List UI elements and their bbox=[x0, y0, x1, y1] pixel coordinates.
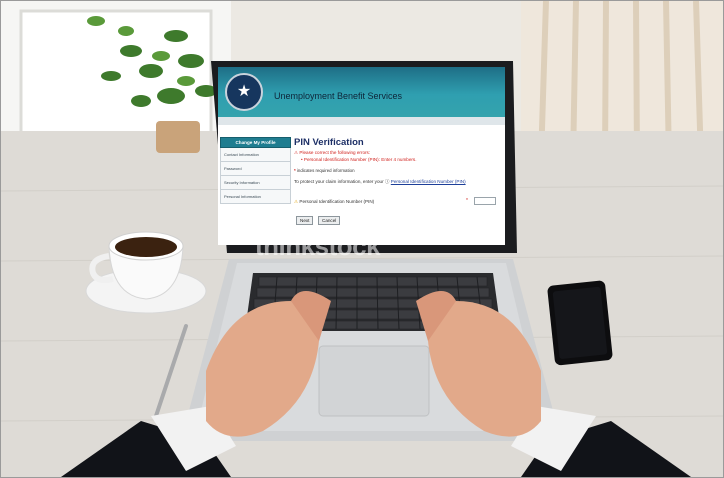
next-button[interactable]: Next bbox=[296, 216, 314, 225]
intro-text-body: To protect your claim information, enter… bbox=[294, 179, 384, 184]
required-note-text: indicates required information bbox=[296, 168, 355, 173]
sidenav-item-contact[interactable]: Contact Information bbox=[220, 148, 291, 162]
sidenav-header: Change My Profile bbox=[220, 137, 291, 148]
sidenav-item-security[interactable]: Security Information bbox=[220, 176, 291, 190]
site-header: ★ Unemployment Benefit Services bbox=[218, 67, 505, 117]
site-title: Unemployment Benefit Services bbox=[274, 91, 403, 101]
photo-frame: ★ Unemployment Benefit Services Change M… bbox=[0, 0, 724, 478]
sidenav-item-personal[interactable]: Personal Information bbox=[220, 190, 291, 204]
required-note: * indicates required information bbox=[294, 168, 502, 173]
page-title: PIN Verification bbox=[294, 137, 364, 148]
info-icon: ⓘ bbox=[384, 179, 390, 184]
pin-label: ⚠ Personal Identification Number (PIN) bbox=[294, 199, 374, 205]
pin-label-text: Personal Identification Number (PIN) bbox=[299, 199, 375, 204]
error-title-text: Please correct the following errors: bbox=[299, 150, 371, 155]
intro-text: To protect your claim information, enter… bbox=[294, 179, 502, 185]
error-item-text: Personal Identification Number (PIN): En… bbox=[303, 157, 417, 162]
error-item: • Personal Identification Number (PIN): … bbox=[301, 157, 417, 162]
state-seal-icon: ★ bbox=[225, 73, 263, 111]
pin-input[interactable] bbox=[474, 197, 496, 205]
pin-help-link[interactable]: Personal Identification Number (PIN) bbox=[391, 179, 466, 184]
thinkstock-watermark: thinkstock bbox=[255, 231, 381, 261]
pin-verification-panel: PIN Verification ⚠ Please correct the fo… bbox=[294, 137, 502, 226]
required-marker-icon: * bbox=[466, 198, 468, 204]
pin-row: ⚠ Personal Identification Number (PIN) * bbox=[294, 197, 502, 207]
form-buttons: Next Cancel bbox=[294, 216, 502, 226]
profile-sidenav: Change My Profile Contact Information Pa… bbox=[220, 137, 291, 204]
header-subbar bbox=[218, 117, 505, 125]
laptop-screen: ★ Unemployment Benefit Services Change M… bbox=[218, 67, 505, 245]
sidenav-item-password[interactable]: Password bbox=[220, 162, 291, 176]
error-title: ⚠ Please correct the following errors: bbox=[294, 150, 502, 156]
cancel-button[interactable]: Cancel bbox=[318, 216, 341, 225]
